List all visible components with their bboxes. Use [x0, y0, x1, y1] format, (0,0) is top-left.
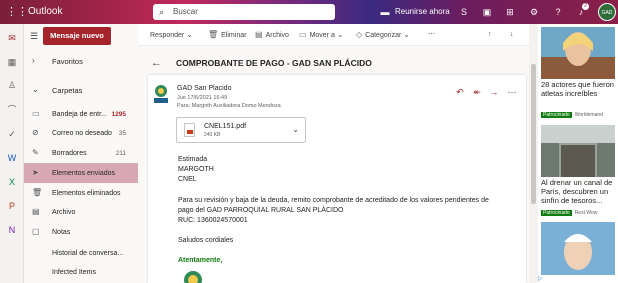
body-line: Para su revisión y baja de la deuda, rem… — [178, 197, 489, 204]
calendar-icon[interactable]: ▦ — [6, 56, 18, 68]
search-icon: ⌕ — [159, 7, 165, 17]
attachment-size: 240 KB — [204, 132, 221, 138]
drafts-icon: ✎ — [32, 148, 39, 157]
body-line: CNEL — [178, 176, 197, 183]
more-actions-icon[interactable]: ⋯ — [507, 87, 517, 97]
new-message-button[interactable]: Mensaje nuevo — [43, 27, 111, 45]
folders-header[interactable]: ⌄ Carpetas — [24, 80, 138, 100]
people-icon[interactable]: ♙ — [6, 79, 18, 91]
help-icon[interactable]: ? — [551, 5, 565, 19]
chevron-down-icon: ⌄ — [336, 30, 344, 39]
ad-image-canal[interactable] — [541, 125, 615, 177]
archive-button[interactable]: ▤ Archivo — [255, 29, 289, 42]
chevron-down-icon: ⌄ — [32, 85, 39, 94]
ad-sponsor: Patrocinado Rest Wow — [541, 210, 598, 216]
message-subject: COMPROBANTE DE PAGO - GAD SAN PLÁCIDO — [176, 58, 372, 68]
notes-icon: ▢ — [32, 227, 40, 236]
sent-icon: ➤ — [32, 168, 39, 177]
ad-headline[interactable]: 28 actores que fueron atletas increíbles — [541, 80, 617, 98]
powerpoint-icon[interactable]: P — [6, 200, 18, 212]
meet-now-button[interactable]: Reunirse ahora — [395, 5, 450, 19]
folder-conversation-history[interactable]: Historial de conversa... — [24, 243, 138, 263]
trash-icon: 🗑 — [208, 30, 219, 39]
body-line: pago del GAD PARROQUIAL RURAL SAN PLÁCID… — [178, 207, 344, 214]
video-icon[interactable]: ▬ — [378, 5, 392, 19]
command-bar: Responder ⌄ 🗑 Eliminar ▤ Archivo ▭ Mover a … — [138, 24, 529, 46]
sender-name[interactable]: GAD San Placido — [177, 84, 231, 93]
folder-inbox[interactable]: ▭ Bandeja de entr... 1295 — [24, 104, 138, 124]
skype-icon[interactable]: S — [457, 5, 471, 19]
app-launcher-icon[interactable]: ⋮⋮ — [6, 3, 28, 21]
chevron-down-icon: ⌄ — [186, 30, 193, 39]
avatar[interactable]: GAD — [598, 3, 616, 21]
ad-image-person[interactable] — [541, 222, 615, 275]
ad-image-athlete[interactable] — [541, 27, 615, 79]
forward-icon[interactable]: → — [489, 87, 499, 97]
folder-drafts[interactable]: ✎ Borradores 211 — [24, 143, 138, 163]
attachment-card[interactable]: CNEL151.pdf 240 KB ⌄ — [176, 117, 306, 143]
app-title[interactable]: Outlook — [28, 5, 62, 19]
reply-icon[interactable]: ↶ — [455, 87, 465, 97]
up-arrow-icon[interactable]: ↑ — [488, 29, 492, 41]
back-arrow-icon[interactable]: ← — [151, 57, 162, 69]
mail-icon[interactable]: ✉ — [6, 32, 18, 44]
body-line: MARGOTH — [178, 166, 214, 173]
archive-icon: ▤ — [32, 207, 40, 216]
archive-icon: ▤ — [255, 30, 263, 39]
more-icon[interactable]: ⋯ — [428, 29, 435, 41]
trash-icon: 🗑 — [32, 188, 43, 197]
apps-icon[interactable]: ⊞ — [503, 5, 517, 19]
folder-notes[interactable]: ▢ Notas — [24, 222, 138, 242]
word-icon[interactable]: W — [6, 152, 18, 164]
sender-logo — [154, 85, 168, 103]
app-rail: ✉ ▦ ♙ ⌒ ✓ W X P N — [0, 24, 24, 283]
move-to-button[interactable]: ▭ Mover a ⌄ — [299, 29, 347, 42]
folder-move-icon: ▭ — [299, 30, 307, 39]
excel-icon[interactable]: X — [6, 176, 18, 188]
pdf-file-icon — [184, 123, 195, 137]
ad-headline[interactable]: Al drenar un canal de París, descubren u… — [541, 178, 617, 205]
chevron-down-icon[interactable]: ⌄ — [292, 125, 299, 135]
inbox-icon: ▭ — [32, 109, 40, 118]
folder-infected-items[interactable]: Infected Items — [24, 262, 138, 282]
ad-sponsor: Patrocinado Worldemand — [541, 112, 603, 118]
ad-choices-icon[interactable]: ▷ — [538, 275, 543, 283]
scrollbar-thumb[interactable] — [531, 64, 536, 204]
notification-badge: 2 — [582, 3, 589, 10]
recipient-line: Para: Margoth Auxiliadora Domo Mendoza — [177, 103, 281, 109]
message-date: Jue 17/6/2021 16:49 — [177, 95, 228, 101]
junk-icon: ⊘ — [32, 128, 39, 137]
chevron-right-icon: › — [32, 56, 35, 65]
folder-sent[interactable]: ➤ Elementos enviados — [24, 163, 138, 183]
attachment-name: CNEL151.pdf — [204, 123, 247, 130]
delete-button[interactable]: 🗑 Eliminar — [208, 29, 246, 42]
teams-icon[interactable]: ▣ — [480, 5, 494, 19]
body-line: Saludos cordiales — [178, 237, 234, 244]
body-line: Estimada — [178, 156, 208, 163]
favorites-header[interactable]: › Favoritos — [24, 51, 138, 71]
signature-logo — [184, 271, 202, 283]
reply-button[interactable]: Responder ⌄ — [150, 29, 196, 42]
menu-icon[interactable]: ☰ — [30, 30, 42, 42]
search-box[interactable]: ⌕ Buscar — [153, 4, 335, 20]
attach-icon[interactable]: ⌒ — [6, 104, 18, 116]
reply-all-icon[interactable]: ↞ — [472, 87, 482, 97]
scrollbar[interactable] — [529, 24, 538, 283]
todo-icon[interactable]: ✓ — [6, 128, 18, 140]
settings-icon[interactable]: ⚙ — [527, 5, 541, 19]
folder-archive[interactable]: ▤ Archivo — [24, 202, 138, 222]
body-line: Atentamente, — [178, 257, 223, 264]
onenote-icon[interactable]: N — [6, 224, 18, 236]
search-placeholder: Buscar — [173, 7, 198, 16]
body-line: RUC: 1360024570001 — [178, 217, 248, 224]
tag-icon: ◇ — [356, 30, 363, 39]
down-arrow-icon[interactable]: ↓ — [510, 29, 514, 41]
top-bar: ⋮⋮ Outlook ⌕ Buscar ▬ Reunirse ahora S ▣… — [0, 0, 618, 24]
categorize-button[interactable]: ◇ Categorizar ⌄ — [356, 29, 413, 42]
chevron-down-icon: ⌄ — [403, 30, 410, 39]
folder-deleted[interactable]: 🗑 Elementos eliminados — [24, 183, 138, 203]
folder-junk[interactable]: ⊘ Correo no deseado 35 — [24, 123, 138, 143]
recipient-name[interactable]: Margoth Auxiliadora Domo Mendoza — [192, 103, 281, 109]
